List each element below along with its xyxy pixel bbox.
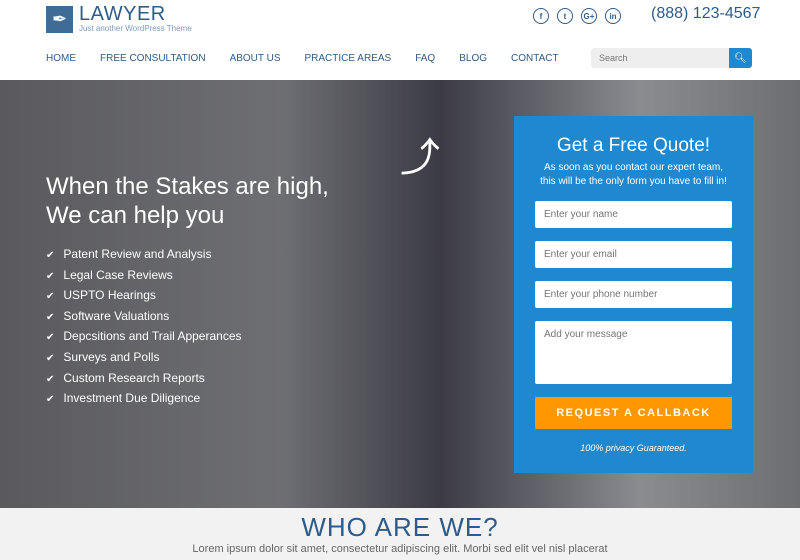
search-icon: 🔍︎	[734, 52, 747, 64]
social-links: f t G+ in	[533, 8, 621, 24]
nav-free-consultation[interactable]: FREE CONSULTATION	[100, 53, 206, 64]
twitter-icon[interactable]: t	[557, 8, 573, 24]
site-header: ✒ LAWYER Just another WordPress Theme f …	[0, 0, 800, 80]
nav-faq[interactable]: FAQ	[415, 53, 435, 64]
feather-icon[interactable]: ✒	[46, 6, 73, 33]
nav-home[interactable]: HOME	[46, 53, 76, 64]
list-item: Custom Research Reports	[46, 371, 242, 392]
section-text: Lorem ipsum dolor sit amet, consectetur …	[192, 543, 608, 555]
search-input[interactable]	[591, 48, 729, 68]
quote-subtitle: As soon as you contact our expert team, t…	[514, 161, 753, 189]
list-item: Surveys and Polls	[46, 350, 242, 371]
linkedin-icon[interactable]: in	[605, 8, 621, 24]
subtitle-line-1: As soon as you contact our expert team,	[544, 162, 723, 173]
section-title: WHO ARE WE?	[301, 512, 499, 542]
message-field[interactable]	[535, 321, 732, 384]
facebook-icon[interactable]: f	[533, 8, 549, 24]
headline-line-2: We can help you	[46, 202, 225, 229]
curved-arrow-icon: ⤴	[400, 136, 440, 180]
list-item: Software Valuations	[46, 309, 242, 330]
quote-form: Get a Free Quote! As soon as you contact…	[514, 116, 753, 473]
headline-line-1: When the Stakes are high,	[46, 173, 329, 200]
site-title[interactable]: LAWYER	[79, 3, 166, 26]
search-button[interactable]: 🔍︎	[729, 48, 752, 68]
main-nav: HOME FREE CONSULTATION ABOUT US PRACTICE…	[46, 53, 559, 64]
subtitle-line-2: this will be the only form you have to f…	[540, 176, 727, 187]
list-item: Investment Due Diligence	[46, 391, 242, 412]
phone-number: (888) 123-4567	[651, 5, 761, 22]
nav-blog[interactable]: BLOG	[459, 53, 487, 64]
list-item: Patent Review and Analysis	[46, 247, 242, 268]
nav-about-us[interactable]: ABOUT US	[230, 53, 281, 64]
site-tagline: Just another WordPress Theme	[79, 24, 192, 33]
nav-practice-areas[interactable]: PRACTICE AREAS	[305, 53, 392, 64]
hero-section: When the Stakes are high, We can help you…	[0, 80, 800, 508]
phone-field[interactable]	[535, 281, 732, 308]
list-item: Legal Case Reviews	[46, 268, 242, 289]
hero-headline: When the Stakes are high, We can help you	[46, 172, 329, 230]
google-plus-icon[interactable]: G+	[581, 8, 597, 24]
list-item: Depcsitions and Trail Apperances	[46, 329, 241, 350]
nav-contact[interactable]: CONTACT	[511, 53, 559, 64]
who-are-we-section: WHO ARE WE? Lorem ipsum dolor sit amet, …	[0, 508, 800, 560]
privacy-note: 100% privacy Guaranteed.	[580, 443, 687, 453]
services-list: Patent Review and Analysis Legal Case Re…	[46, 247, 242, 412]
email-field[interactable]	[535, 241, 732, 268]
request-callback-button[interactable]: REQUEST A CALLBACK	[535, 397, 732, 429]
list-item: USPTO Hearings	[46, 288, 242, 309]
quote-title: Get a Free Quote!	[556, 135, 711, 156]
name-field[interactable]	[535, 201, 732, 228]
search-form: 🔍︎	[591, 48, 752, 68]
